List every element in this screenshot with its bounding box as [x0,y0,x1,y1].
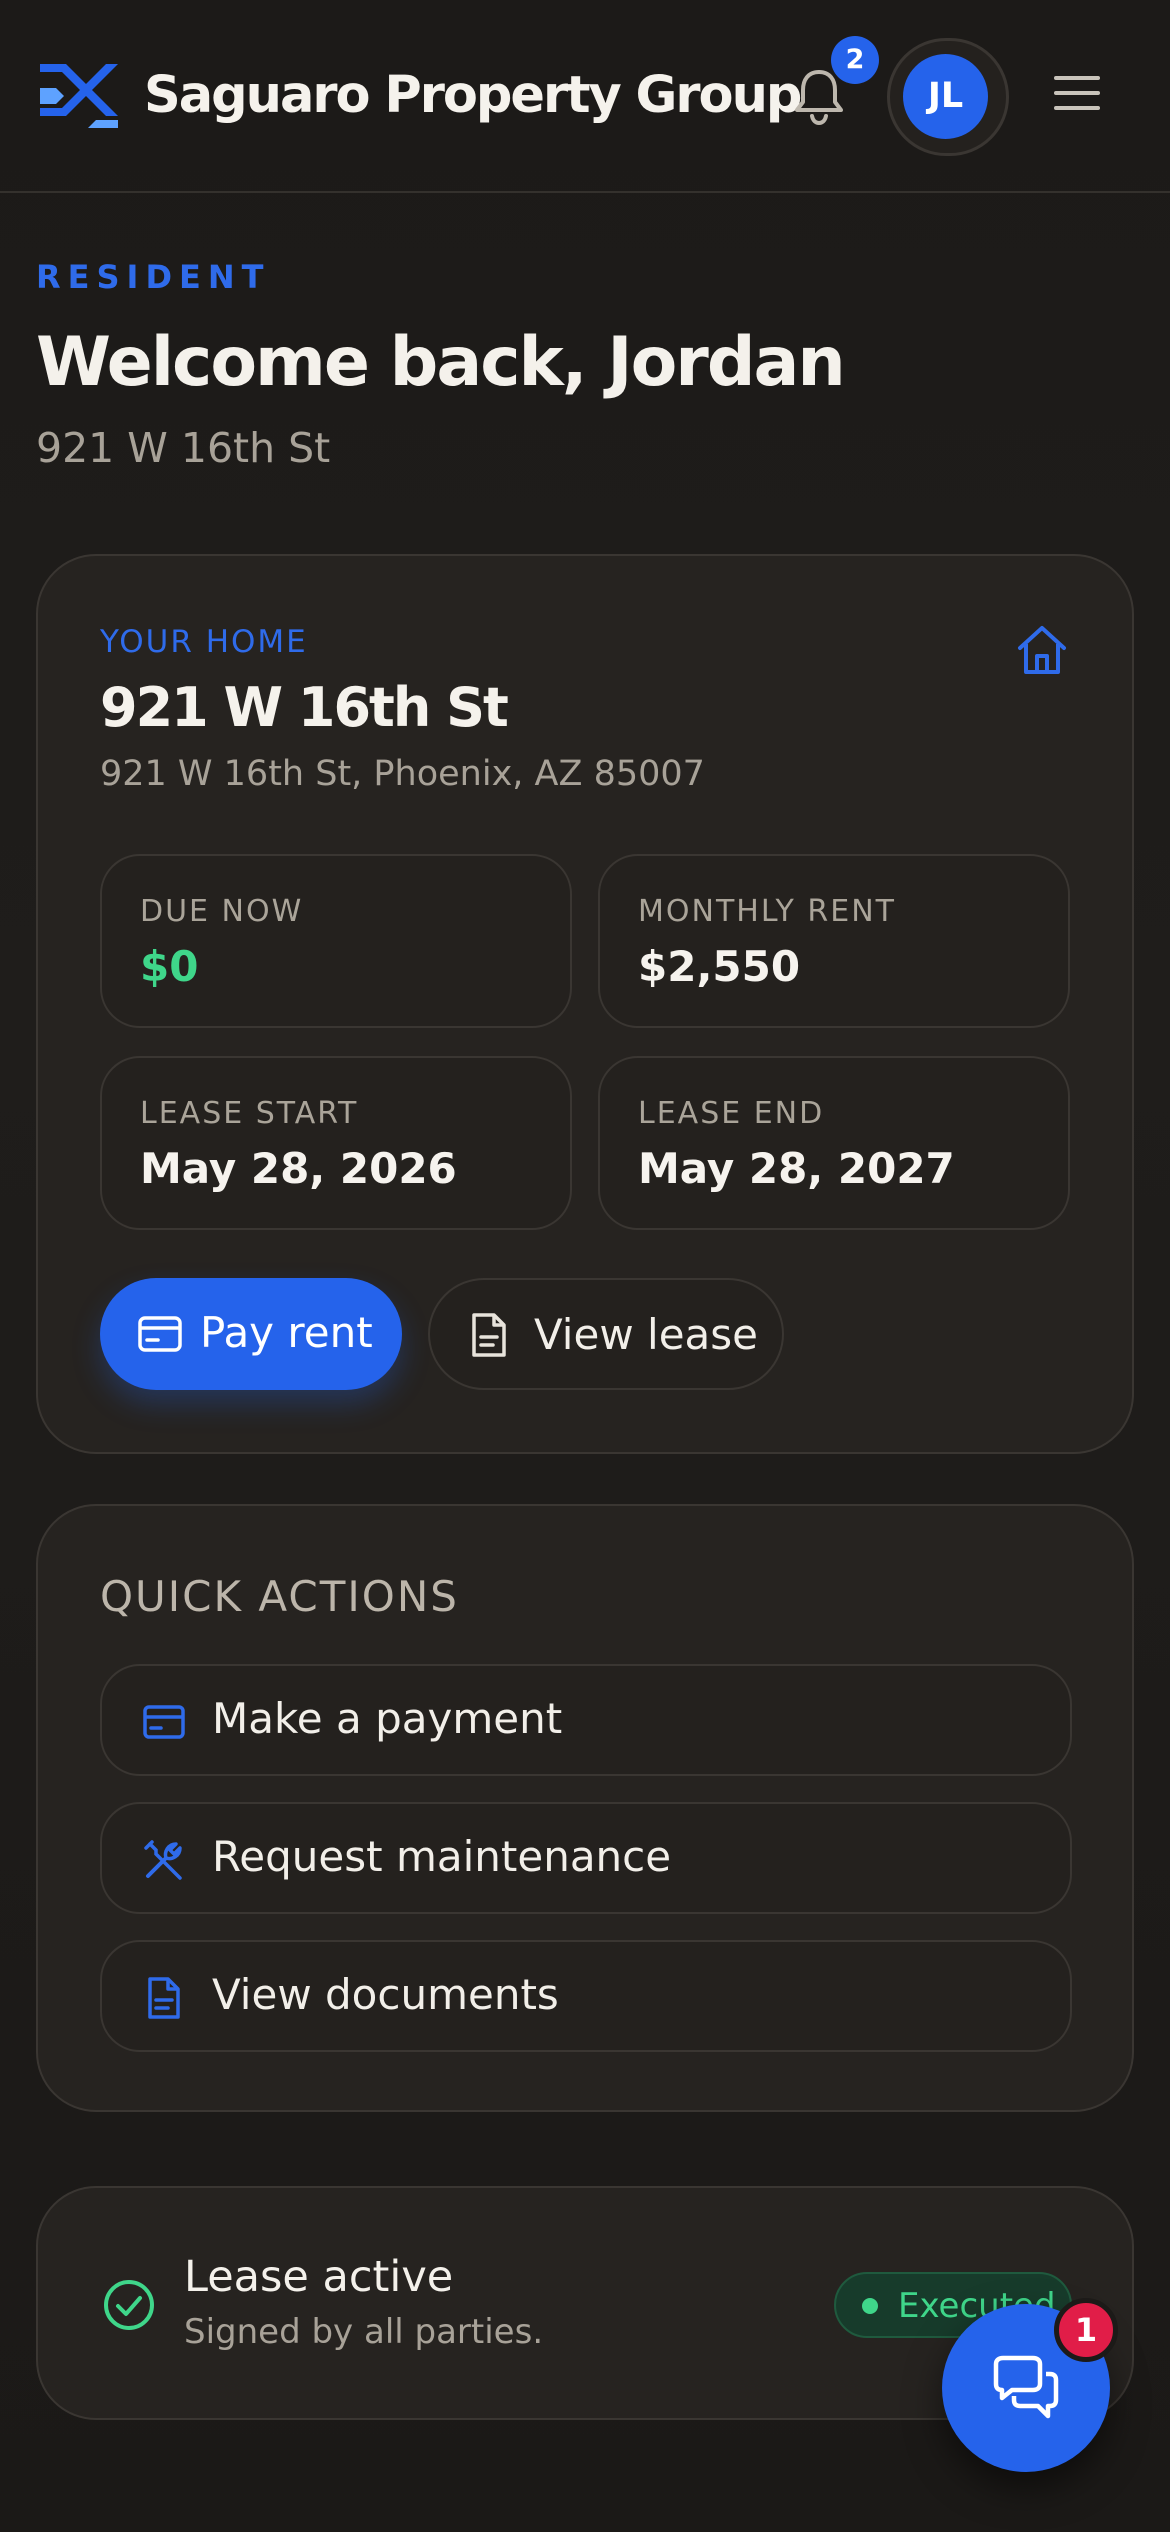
stat-label: MONTHLY RENT [638,894,896,929]
quick-actions-title: QUICK ACTIONS [100,1572,459,1621]
quick-action-view-documents[interactable]: View documents [100,1940,1072,2052]
stat-value: $2,550 [638,942,801,991]
page-title: Welcome back, Jordan [36,323,846,402]
chat-bubbles-icon [993,2355,1059,2419]
view-lease-label: View lease [534,1310,758,1359]
credit-card-icon [138,1316,182,1352]
home-full-address: 921 W 16th St, Phoenix, AZ 85007 [100,754,705,794]
pay-rent-button[interactable]: Pay rent [100,1278,402,1390]
stat-lease-start: LEASE START May 28, 2026 [100,1056,572,1230]
stat-value: May 28, 2027 [638,1144,955,1193]
page-subtitle: 921 W 16th St [36,424,331,472]
view-lease-button[interactable]: View lease [428,1278,784,1390]
home-card-label: YOUR HOME [100,624,308,660]
quick-action-label: Request maintenance [212,1832,672,1881]
tools-icon [144,1840,182,1880]
stat-monthly-rent: MONTHLY RENT $2,550 [598,854,1070,1028]
home-card: YOUR HOME 921 W 16th St 921 W 16th St, P… [36,554,1134,1454]
quick-action-make-payment[interactable]: Make a payment [100,1664,1072,1776]
lease-status-title: Lease active [184,2252,454,2302]
resident-dashboard: Saguaro Property Group 2 JL RESIDENT Wel… [0,0,1170,2532]
top-header: Saguaro Property Group 2 JL [0,0,1170,193]
check-circle-icon [104,2280,154,2330]
stat-label: LEASE END [638,1096,825,1131]
home-icon [1018,626,1066,674]
quick-action-label: Make a payment [212,1694,563,1743]
role-label: RESIDENT [36,258,271,296]
home-title: 921 W 16th St [100,676,509,739]
document-icon [472,1313,506,1357]
brand-name[interactable]: Saguaro Property Group [144,62,802,130]
quick-actions-card: QUICK ACTIONS Make a payment Request mai… [36,1504,1134,2112]
status-dot-icon [862,2298,878,2314]
credit-card-icon [143,1705,185,1739]
pay-rent-label: Pay rent [200,1308,373,1357]
brand-logo-icon[interactable] [36,58,122,132]
stat-value: $0 [140,942,199,991]
stat-lease-end: LEASE END May 28, 2027 [598,1056,1070,1230]
quick-action-request-maintenance[interactable]: Request maintenance [100,1802,1072,1914]
quick-action-label: View documents [212,1970,559,2019]
hamburger-menu-icon[interactable] [1054,76,1100,114]
stat-label: LEASE START [140,1096,359,1131]
avatar[interactable]: JL [903,54,988,139]
chat-unread-badge: 1 [1054,2298,1118,2362]
stat-value: May 28, 2026 [140,1144,457,1193]
stat-due-now: DUE NOW $0 [100,854,572,1028]
lease-status-subtitle: Signed by all parties. [184,2312,544,2352]
notifications-count-badge: 2 [831,36,879,84]
document-icon [148,1977,180,2019]
stat-label: DUE NOW [140,894,304,929]
